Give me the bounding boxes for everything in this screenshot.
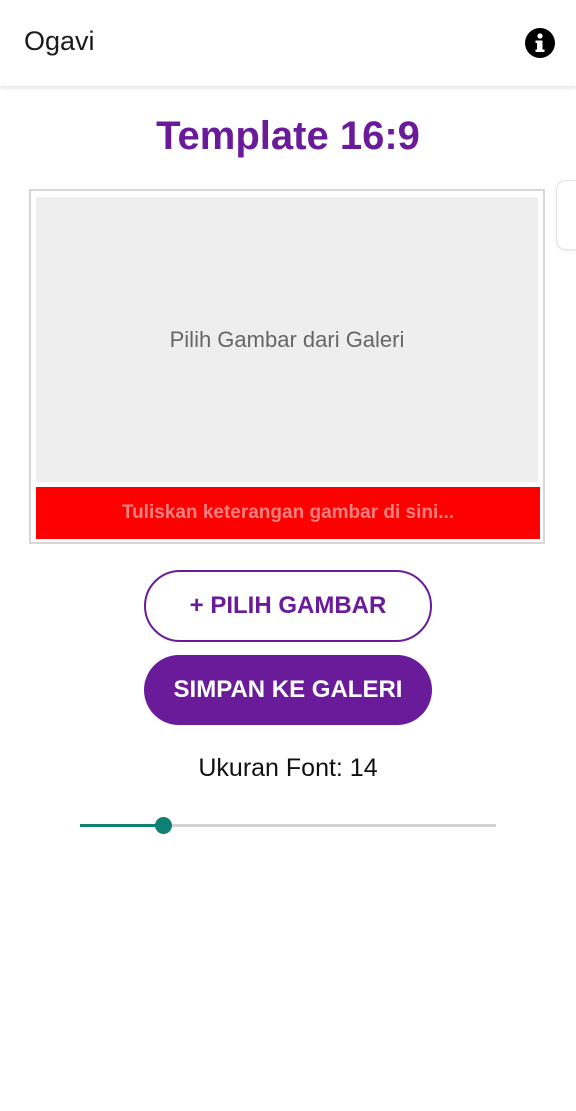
template-preview: Pilih Gambar dari Galeri Tuliskan ketera… xyxy=(29,189,545,544)
font-size-slider[interactable] xyxy=(80,815,496,835)
side-card xyxy=(556,180,576,250)
image-placeholder-area[interactable]: Pilih Gambar dari Galeri xyxy=(36,197,538,482)
font-size-label: Ukuran Font: 14 xyxy=(198,754,378,782)
caption-placeholder: Tuliskan keterangan gambar di sini... xyxy=(121,502,455,523)
image-placeholder-text: Pilih Gambar dari Galeri xyxy=(169,326,405,352)
caption-input[interactable]: Tuliskan keterangan gambar di sini... xyxy=(36,487,540,539)
page-title: Template 16:9 xyxy=(156,114,420,158)
save-to-gallery-button[interactable]: SIMPAN KE GALERI xyxy=(144,655,432,725)
slider-thumb[interactable] xyxy=(155,817,172,834)
info-icon[interactable] xyxy=(524,27,556,59)
app-title: Ogavi xyxy=(24,26,95,56)
slider-fill xyxy=(80,824,163,827)
app-bar: Ogavi xyxy=(0,0,576,86)
pick-image-button[interactable]: + PILIH GAMBAR xyxy=(144,570,432,642)
